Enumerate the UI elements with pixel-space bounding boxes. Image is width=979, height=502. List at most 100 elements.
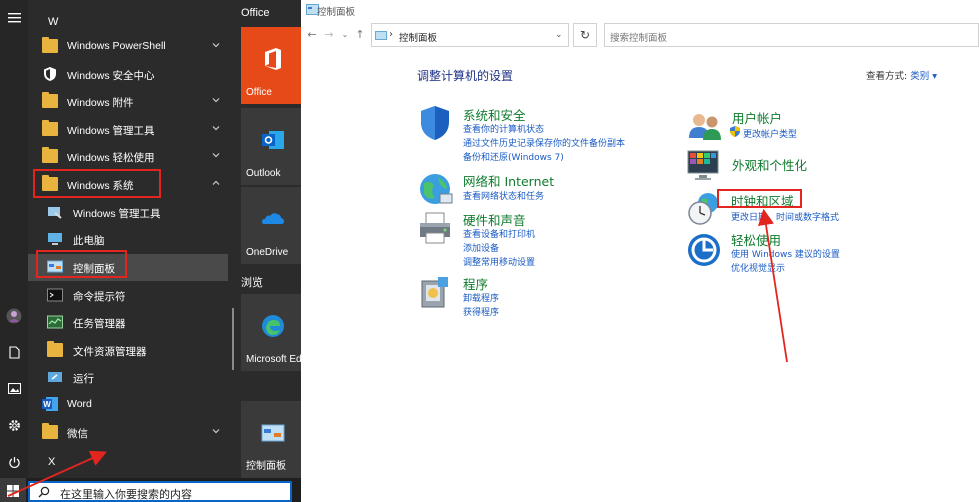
refresh-icon: ↻ [579, 28, 591, 42]
app-label: 微信 [67, 428, 88, 440]
user-avatar-icon[interactable] [4, 306, 24, 326]
tile-label: 控制面板 [246, 461, 286, 472]
pictures-icon[interactable] [4, 378, 24, 398]
app-command-prompt[interactable]: 命令提示符 [28, 282, 228, 309]
tile-label: OneDrive [246, 247, 289, 258]
app-label: Windows 轻松使用 [67, 152, 155, 164]
app-label: Windows 管理工具 [73, 208, 161, 220]
category-link[interactable]: 卸载程序 [463, 291, 499, 304]
page-heading: 调整计算机的设置 [417, 69, 514, 83]
category-link[interactable]: 查看网络状态和任务 [463, 189, 544, 202]
search-placeholder: 搜索控制面板 [610, 33, 668, 44]
up-arrow-icon[interactable]: ↑ [354, 28, 366, 42]
tile-label: Microsoft Edge [246, 354, 301, 365]
tile-control-panel[interactable]: 控制面板 [241, 401, 301, 478]
appearance-icon [687, 150, 719, 180]
tile-onedrive[interactable]: OneDrive [241, 187, 301, 264]
chevron-down-icon [212, 153, 220, 158]
settings-gear-icon[interactable] [4, 415, 24, 435]
highlight-control-panel [36, 250, 127, 278]
chevron-down-icon [212, 98, 220, 103]
chevron-down-icon [212, 126, 220, 131]
chevron-down-icon [212, 43, 220, 48]
category-link[interactable]: 通过文件历史记录保存你的文件备份副本 [463, 136, 625, 149]
uac-shield-icon [730, 126, 740, 137]
view-by: 查看方式: 类别 ▾ [866, 68, 937, 82]
category-title[interactable]: 用户帐户 [732, 108, 782, 127]
app-windows-ease-of-access[interactable]: Windows 轻松使用 [28, 143, 228, 170]
category-link[interactable]: 调整常用移动设置 [463, 255, 535, 268]
app-admin-tools[interactable]: Windows 管理工具 [28, 199, 228, 226]
shield-icon [44, 67, 56, 81]
tiles-area: Office Office Outlook OneDrive 浏览 Micros… [241, 0, 301, 478]
app-label: 命令提示符 [73, 291, 126, 303]
search-icon [38, 486, 50, 498]
recent-locations-icon[interactable]: ⌄ [339, 28, 351, 42]
control-panel-search-input[interactable]: 搜索控制面板 [604, 23, 979, 47]
view-by-value: 类别 [910, 71, 930, 82]
back-arrow-icon[interactable]: ← [306, 28, 318, 42]
task-manager-icon [47, 315, 63, 329]
category-link[interactable]: 更改帐户类型 [743, 127, 797, 140]
app-this-pc[interactable]: 此电脑 [28, 226, 228, 253]
forward-arrow-icon[interactable]: → [323, 28, 335, 42]
category-link[interactable]: 更改日期、时间或数字格式 [731, 210, 839, 223]
category-link[interactable]: 查看你的计算机状态 [463, 122, 544, 135]
highlight-windows-system [33, 169, 161, 198]
app-task-manager[interactable]: 任务管理器 [28, 309, 228, 336]
power-icon[interactable] [4, 452, 24, 472]
app-windows-accessories[interactable]: Windows 附件 [28, 88, 228, 115]
address-text[interactable]: 控制面板 [399, 30, 437, 44]
cmd-icon [47, 288, 63, 302]
edge-icon [262, 315, 284, 337]
app-label: Word [67, 398, 92, 410]
app-wechat-folder[interactable]: 微信 [28, 419, 228, 446]
globe-network-icon [420, 174, 453, 204]
category-title[interactable]: 外观和个性化 [732, 155, 807, 174]
folder-icon [42, 120, 58, 136]
documents-icon[interactable] [4, 342, 24, 362]
address-bar[interactable]: › 控制面板 ⌄ [371, 23, 569, 47]
folder-icon [42, 92, 58, 108]
start-rail [0, 0, 28, 478]
view-by-label: 查看方式: [866, 71, 908, 82]
tile-office[interactable]: Office [241, 27, 301, 104]
category-title[interactable]: 网络和 Internet [463, 171, 554, 190]
users-icon [689, 114, 721, 140]
app-run[interactable]: 运行 [28, 364, 228, 391]
refresh-button[interactable]: ↻ [573, 23, 597, 47]
shield-icon [421, 106, 449, 140]
category-link[interactable]: 使用 Windows 建议的设置 [731, 247, 840, 260]
tile-group-browse: 浏览 [241, 277, 263, 289]
start-button[interactable] [0, 478, 26, 502]
app-windows-admin-tools-folder[interactable]: Windows 管理工具 [28, 116, 228, 143]
tile-edge[interactable]: Microsoft Edge [241, 294, 301, 371]
app-file-explorer[interactable]: 文件资源管理器 [28, 337, 228, 364]
tile-outlook[interactable]: Outlook [241, 108, 301, 185]
tile-label: Outlook [246, 168, 281, 179]
category-link[interactable]: 添加设备 [463, 241, 499, 254]
category-link[interactable]: 优化视觉显示 [731, 261, 785, 274]
app-windows-powershell[interactable]: Windows PowerShell [28, 33, 228, 60]
word-icon: W [42, 397, 58, 411]
view-by-dropdown[interactable]: 类别 ▾ [910, 71, 937, 82]
app-list-scrollbar[interactable] [232, 308, 234, 370]
control-panel-window: 控制面板 ← → ⌄ ↑ › 控制面板 ⌄ ↻ 搜索控制面板 调整计算机的设置 … [301, 0, 979, 502]
app-word[interactable]: W Word [28, 391, 228, 418]
search-placeholder: 在这里输入你要搜索的内容 [60, 488, 192, 501]
hamburger-menu-icon[interactable] [4, 8, 24, 28]
this-pc-icon [48, 233, 62, 245]
svg-text:W: W [43, 400, 51, 409]
category-link[interactable]: 备份和还原(Windows 7) [463, 150, 564, 163]
file-explorer-icon [47, 341, 63, 357]
tile-label: Office [246, 87, 272, 98]
taskbar-search-input[interactable]: 在这里输入你要搜索的内容 [28, 481, 292, 502]
category-link[interactable]: 获得程序 [463, 305, 499, 318]
folder-icon [42, 147, 58, 163]
letter-header-x[interactable]: X [48, 456, 55, 468]
breadcrumb-separator-icon: › [389, 29, 393, 40]
address-dropdown-icon[interactable]: ⌄ [555, 30, 563, 40]
letter-header-w[interactable]: W [48, 16, 58, 28]
app-windows-security[interactable]: Windows 安全中心 [28, 61, 228, 88]
category-link[interactable]: 查看设备和打印机 [463, 227, 535, 240]
